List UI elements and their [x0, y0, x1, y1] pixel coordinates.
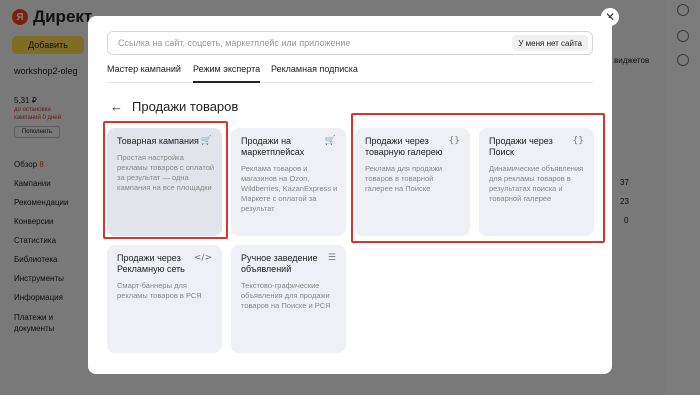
card-marketplaces[interactable]: Продажи на маркетплейсах Реклама товаров… [231, 128, 346, 236]
code-icon: </> [193, 253, 212, 263]
tab-expert-mode[interactable]: Режим эксперта [193, 64, 261, 83]
card-title: Ручное заведение объявлений [241, 253, 318, 274]
tab-ad-subscription[interactable]: Рекламная подписка [271, 64, 358, 83]
card-desc: Текстово-графические объявления для прод… [241, 281, 331, 310]
mode-tabs: Мастер кампаний Режим эксперта Рекламная… [107, 64, 593, 83]
search-placeholder: Ссылка на сайт, соцсеть, маркетплейс или… [118, 38, 351, 48]
card-manual-ads[interactable]: Ручное заведение объявлений Текстово-гра… [231, 245, 346, 353]
cart-icon: 🛒 [324, 136, 336, 146]
card-title: Продажи на маркетплейсах [241, 136, 305, 157]
card-ad-network[interactable]: Продажи через Рекламную сеть Смарт-банне… [107, 245, 222, 353]
card-desc: Смарт-баннеры для рекламы товаров в РСЯ [117, 281, 202, 300]
highlight-box [103, 121, 228, 239]
site-link-input[interactable]: Ссылка на сайт, соцсеть, маркетплейс или… [107, 31, 593, 55]
section-title: Продажи товаров [132, 99, 239, 114]
back-link[interactable]: ← Продажи товаров [110, 99, 238, 114]
card-title: Продажи через Рекламную сеть [117, 253, 185, 274]
card-desc: Реклама товаров и магазинов на Ozon, Wil… [241, 164, 338, 213]
back-arrow-icon: ← [110, 99, 123, 114]
tab-campaign-master[interactable]: Мастер кампаний [107, 64, 181, 83]
list-icon: ☰ [327, 253, 336, 263]
no-site-button[interactable]: У меня нет сайта [512, 35, 588, 51]
highlight-box [351, 113, 605, 243]
